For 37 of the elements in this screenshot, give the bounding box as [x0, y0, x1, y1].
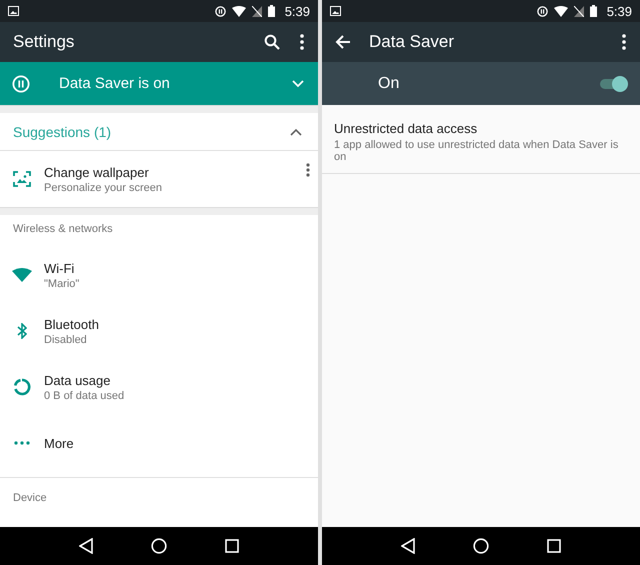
image-icon [8, 6, 19, 16]
wifi-icon [232, 6, 246, 16]
battery-icon [590, 5, 597, 17]
more-vert-icon [300, 34, 304, 50]
data-usage-icon [13, 378, 31, 396]
toolbar-title: Data Saver [369, 32, 454, 52]
battery-icon [268, 5, 275, 17]
setting-subtitle: Personalize your screen [44, 182, 164, 194]
wifi-icon [12, 268, 32, 282]
settings-item[interactable]: Wi-Fi "Mario" [0, 247, 318, 303]
pause-circle-icon [214, 6, 226, 16]
settings-item[interactable]: Data usage 0 B of data used [0, 359, 318, 415]
more-vert-icon [622, 34, 626, 50]
more-icon [14, 441, 30, 445]
image-icon [330, 6, 341, 16]
status-time: 5:39 [284, 4, 310, 18]
status-time: 5:39 [606, 4, 632, 18]
search-icon [264, 34, 280, 50]
section-header: Wireless & networks [12, 222, 114, 237]
more-vert-icon [306, 163, 310, 177]
toolbar-title: Settings [13, 32, 74, 52]
settings-item[interactable]: More [0, 415, 318, 471]
wifi-icon [554, 6, 568, 16]
pause-circle-icon [536, 6, 548, 16]
section-header: Device [12, 491, 48, 506]
back-arrow-icon [335, 34, 351, 50]
settings-item[interactable]: Bluetooth Disabled [0, 303, 318, 359]
settings-item[interactable]: Unrestricted data access 1 app allowed to use unrestricted data when Data Saver is on [322, 105, 640, 174]
no-sim-icon [574, 6, 584, 16]
wallpaper-icon [13, 171, 31, 187]
pause-circle-icon [12, 74, 30, 92]
master-switch-bar[interactable]: On [322, 62, 640, 105]
data-saver-banner[interactable]: Data Saver is on [0, 62, 318, 105]
no-sim-icon [252, 6, 262, 16]
toggle-switch[interactable] [600, 78, 626, 88]
bluetooth-icon [17, 323, 27, 339]
setting-title: Change wallpaper [44, 164, 150, 180]
